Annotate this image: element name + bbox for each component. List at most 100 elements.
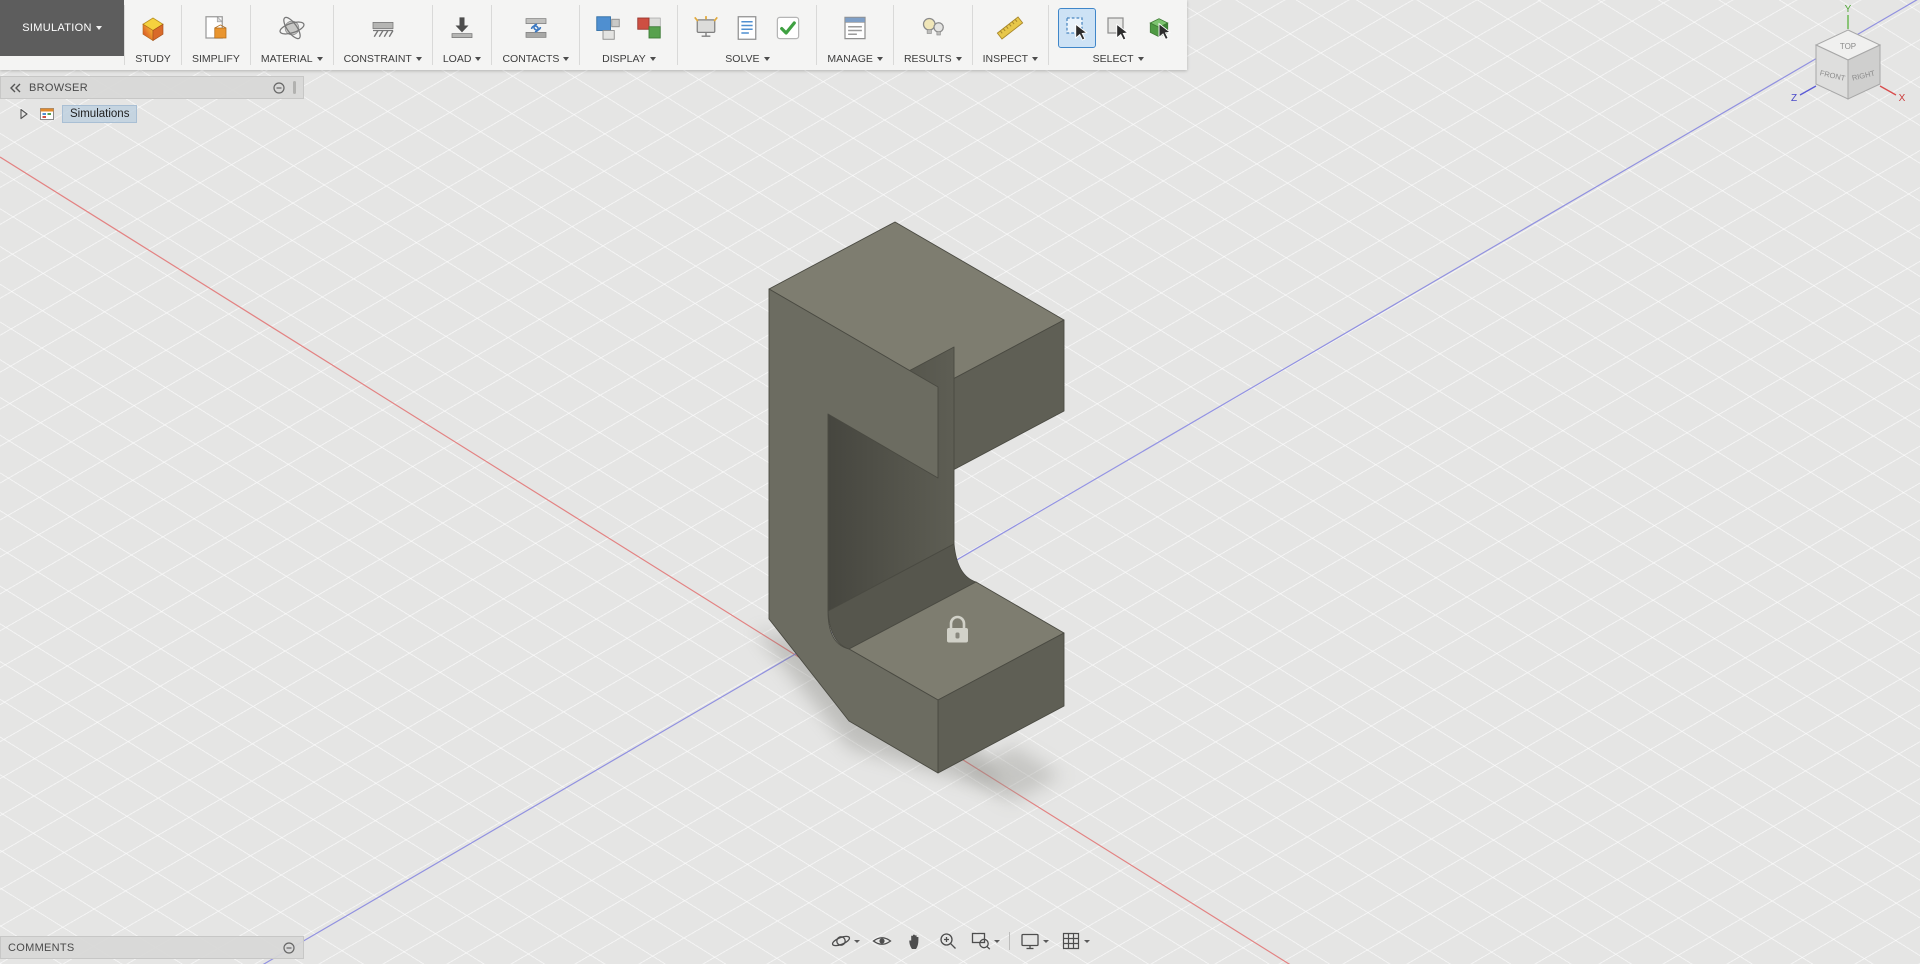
workspace-switcher[interactable]: SIMULATION bbox=[0, 0, 124, 56]
simulations-node-label[interactable]: Simulations bbox=[62, 105, 137, 123]
display-compare-icon bbox=[634, 13, 664, 43]
contacts-button[interactable] bbox=[518, 9, 554, 47]
display-layout-button[interactable] bbox=[590, 9, 626, 47]
comments-panel-header[interactable]: COMMENTS bbox=[0, 936, 304, 959]
simulations-icon bbox=[39, 106, 55, 122]
material-icon bbox=[277, 13, 307, 43]
toolbar-dropdown-manage[interactable]: MANAGE bbox=[827, 51, 883, 67]
chevron-down-icon bbox=[1084, 940, 1090, 943]
toolbar-dropdown-load[interactable]: LOAD bbox=[443, 51, 482, 67]
zoom-button[interactable] bbox=[935, 928, 961, 954]
z-axis-label: Z bbox=[1791, 93, 1797, 104]
simplify-button[interactable] bbox=[198, 9, 234, 47]
toolbar-group-results: RESULTS bbox=[894, 0, 972, 70]
solve-precheck-button[interactable] bbox=[770, 9, 806, 47]
report-icon bbox=[732, 13, 762, 43]
select-solid-icon bbox=[1144, 13, 1174, 43]
toolbar-dropdown-contacts[interactable]: CONTACTS bbox=[502, 51, 569, 67]
toolbar-group-load: LOAD bbox=[433, 0, 492, 70]
select-cursor-icon bbox=[1103, 13, 1133, 43]
toolbar-group-manage: MANAGE bbox=[817, 0, 893, 70]
select-solid-button[interactable] bbox=[1141, 9, 1177, 47]
viewport-canvas[interactable] bbox=[0, 0, 1920, 964]
display-settings-button[interactable] bbox=[1017, 928, 1051, 954]
toolbar-dropdown-display[interactable]: DISPLAY bbox=[602, 51, 656, 67]
grid-settings-button[interactable] bbox=[1058, 928, 1092, 954]
material-button[interactable] bbox=[274, 9, 310, 47]
top-toolbar: SIMULATION STUDY bbox=[0, 0, 1187, 70]
chevron-down-icon bbox=[764, 57, 770, 61]
toolbar-group-study: STUDY bbox=[125, 0, 181, 70]
view-cube[interactable]: TOP FRONT RIGHT Y Z X bbox=[1770, 2, 1910, 122]
load-button[interactable] bbox=[444, 9, 480, 47]
orbit-icon bbox=[830, 930, 852, 952]
solve-button[interactable] bbox=[688, 9, 724, 47]
toolbar-dropdown-results[interactable]: RESULTS bbox=[904, 51, 962, 67]
chevron-down-icon bbox=[1043, 940, 1049, 943]
toolbar-label-simplify[interactable]: SIMPLIFY bbox=[192, 51, 240, 67]
fit-button[interactable] bbox=[968, 928, 1002, 954]
manage-icon bbox=[840, 13, 870, 43]
panel-options-icon[interactable] bbox=[272, 81, 286, 95]
chevron-down-icon bbox=[1032, 57, 1038, 61]
expand-arrow-icon[interactable] bbox=[16, 106, 32, 122]
solve-report-button[interactable] bbox=[729, 9, 765, 47]
x-axis-tick bbox=[1880, 86, 1896, 95]
comments-panel-title: COMMENTS bbox=[8, 942, 75, 954]
dock-separator bbox=[1009, 932, 1010, 950]
chevron-down-icon bbox=[1138, 57, 1144, 61]
chevron-down-icon bbox=[416, 57, 422, 61]
toolbar-dropdown-solve[interactable]: SOLVE bbox=[725, 51, 769, 67]
chevron-down-icon bbox=[956, 57, 962, 61]
collapse-panel-icon[interactable] bbox=[8, 81, 22, 95]
z-axis-tick bbox=[1800, 86, 1816, 95]
manage-button[interactable] bbox=[837, 9, 873, 47]
look-at-icon bbox=[871, 930, 893, 952]
contacts-icon bbox=[521, 13, 551, 43]
orbit-button[interactable] bbox=[828, 928, 862, 954]
display-settings-icon bbox=[1019, 930, 1041, 952]
chevron-down-icon bbox=[877, 57, 883, 61]
study-button[interactable] bbox=[135, 9, 171, 47]
toolbar-dropdown-select[interactable]: SELECT bbox=[1093, 51, 1144, 67]
chevron-down-icon bbox=[650, 57, 656, 61]
load-icon bbox=[447, 13, 477, 43]
toolbar-group-select: SELECT bbox=[1049, 0, 1187, 70]
display-compare-button[interactable] bbox=[631, 9, 667, 47]
toolbar-group-contacts: CONTACTS bbox=[492, 0, 579, 70]
constraint-button[interactable] bbox=[365, 9, 401, 47]
browser-tree-item-simulations: Simulations bbox=[16, 104, 137, 124]
chevron-down-icon bbox=[96, 26, 102, 30]
toolbar-label-study[interactable]: STUDY bbox=[135, 51, 171, 67]
grid-settings-icon bbox=[1060, 930, 1082, 952]
workspace-label: SIMULATION bbox=[22, 22, 91, 34]
panel-options-icon[interactable] bbox=[282, 941, 296, 955]
browser-scrollbar[interactable] bbox=[293, 81, 296, 94]
chevron-down-icon bbox=[317, 57, 323, 61]
select-cursor-button[interactable] bbox=[1100, 9, 1136, 47]
chevron-down-icon bbox=[854, 940, 860, 943]
chevron-down-icon bbox=[475, 57, 481, 61]
zoom-icon bbox=[937, 930, 959, 952]
toolbar-dropdown-constraint[interactable]: CONSTRAINT bbox=[344, 51, 422, 67]
navigation-dock bbox=[822, 926, 1098, 956]
pan-button[interactable] bbox=[902, 928, 928, 954]
look-at-button[interactable] bbox=[869, 928, 895, 954]
y-axis-label: Y bbox=[1845, 4, 1852, 15]
simplify-icon bbox=[201, 13, 231, 43]
select-window-button[interactable] bbox=[1059, 9, 1095, 47]
toolbar-group-material: MATERIAL bbox=[251, 0, 333, 70]
viewcube-top-label: TOP bbox=[1840, 42, 1856, 51]
inspect-button[interactable] bbox=[992, 9, 1028, 47]
chevron-down-icon bbox=[994, 940, 1000, 943]
inspect-icon bbox=[995, 13, 1025, 43]
display-layout-icon bbox=[593, 13, 623, 43]
toolbar-group-constraint: CONSTRAINT bbox=[334, 0, 432, 70]
toolbar-dropdown-inspect[interactable]: INSPECT bbox=[983, 51, 1039, 67]
toolbar-dropdown-material[interactable]: MATERIAL bbox=[261, 51, 323, 67]
study-icon bbox=[138, 13, 168, 43]
results-button[interactable] bbox=[915, 9, 951, 47]
constraint-icon bbox=[368, 13, 398, 43]
chevron-down-icon bbox=[563, 57, 569, 61]
pan-icon bbox=[904, 930, 926, 952]
